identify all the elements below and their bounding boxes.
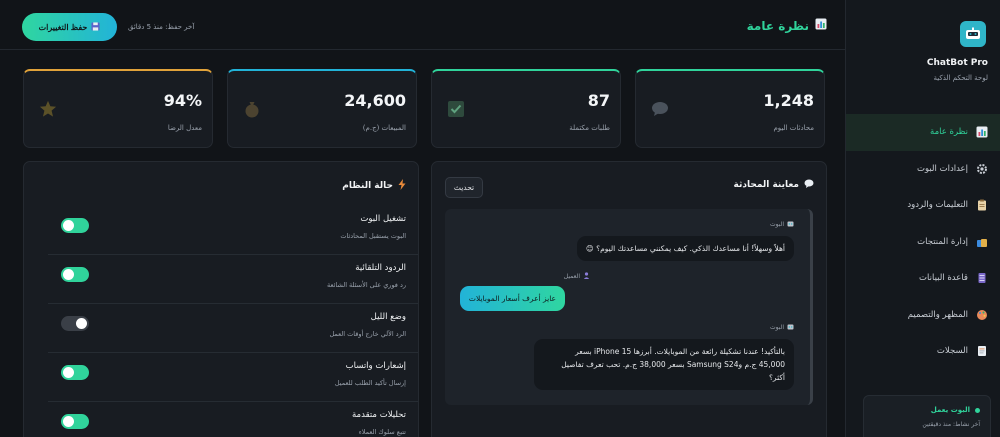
user-message-bubble: عايز أعرف أسعار الموبايلات (459, 286, 565, 311)
bot-status-label: البوت يعمل (930, 406, 970, 414)
toggle-row-night-mode: وضع الليل الرد الآلي خارج أوقات العمل (48, 304, 418, 353)
toggle-row-whatsapp: إشعارات واتساب إرسال تأكيد الطلب للعميل (48, 353, 418, 402)
sidebar: ChatBot Pro لوحة التحكم الذكية نظرة عامة… (845, 0, 1000, 437)
stat-label: محادثات اليوم (773, 124, 814, 132)
toggle-description: إرسال تأكيد الطلب للعميل (334, 379, 406, 387)
message-sender: البوت (770, 220, 794, 229)
toggle-description: الرد الآلي خارج أوقات العمل (329, 330, 406, 338)
stat-card-conversations: 1,248 محادثات اليوم (635, 69, 825, 148)
toggle-title: تحليلات متقدمة (352, 410, 406, 420)
sidebar-item-logs[interactable]: السجلات (846, 333, 1000, 370)
speech-bubble-icon (804, 179, 814, 191)
save-changes-button[interactable]: حفظ التغييرات (22, 13, 117, 41)
money-bag-icon (242, 99, 262, 119)
bot-enabled-toggle[interactable] (61, 218, 89, 233)
toggle-knob (63, 416, 74, 427)
message-line: أكثر؟ (768, 373, 785, 382)
sidebar-item-label: السجلات (936, 346, 968, 357)
message-sender: العميل (564, 272, 590, 281)
toggle-title: الردود التلقائية (355, 263, 406, 273)
checkbox-icon (446, 99, 466, 119)
robot-logo-icon (960, 21, 986, 47)
toggle-title: تشغيل البوت (360, 214, 406, 224)
panel-title: معاينة المحادثة (734, 179, 815, 191)
sidebar-item-label: قاعدة البيانات (919, 273, 968, 284)
stat-label: معدل الرضا (167, 124, 202, 132)
database-icon (976, 272, 988, 284)
save-button-label: حفظ التغييرات (38, 22, 88, 32)
stat-card-satisfaction: 94% معدل الرضا (23, 69, 213, 148)
stat-value: 94% (163, 91, 202, 110)
palette-icon (976, 309, 988, 321)
toggle-knob (63, 269, 74, 280)
sidebar-item-label: إعدادات البوت (916, 163, 968, 174)
refresh-button[interactable]: تحديث (445, 177, 483, 198)
gear-icon (976, 163, 988, 175)
sidebar-item-bot-settings[interactable]: إعدادات البوت (846, 151, 1000, 188)
sidebar-item-overview[interactable]: نظرة عامة (846, 114, 1000, 151)
robot-icon (787, 220, 794, 229)
brand-name: ChatBot Pro (926, 58, 988, 68)
toggle-title: وضع الليل (370, 312, 406, 322)
toggle-description: تتبع سلوك العملاء (358, 428, 406, 436)
bot-message-bubble: بالتأكيد! عندنا تشكيلة رائعة من الموبايل… (534, 339, 794, 390)
page-title: نظرة عامة (747, 18, 827, 33)
lightning-icon (398, 179, 406, 193)
brand-subtitle: لوحة التحكم الذكية (933, 74, 988, 82)
toggle-row-bot-enabled: تشغيل البوت البوت يستقبل المحادثات (48, 206, 418, 255)
clipboard-icon (976, 199, 988, 211)
toggle-description: رد فوري على الأسئلة الشائعة (327, 281, 406, 289)
stat-label: طلبات مكتملة (569, 124, 610, 132)
sidebar-nav: نظرة عامة إعدادات البوت التعليمات والردو… (846, 114, 1000, 370)
panel-title: حالة النظام (342, 179, 406, 193)
system-status-panel: حالة النظام تشغيل البوت البوت يستقبل الم… (23, 161, 419, 437)
star-icon (38, 99, 58, 119)
message-line: بالتأكيد! عندنا تشكيلة رائعة من الموبايل… (575, 347, 785, 356)
stat-card-sales: 24,600 المبيعات (ج.م) (227, 69, 417, 148)
person-icon (583, 272, 590, 281)
toggle-knob (63, 367, 74, 378)
toggle-description: البوت يستقبل المحادثات (340, 232, 406, 240)
stat-value: 24,600 (344, 91, 406, 110)
sidebar-item-label: نظرة عامة (930, 127, 968, 138)
sidebar-item-database[interactable]: قاعدة البيانات (846, 260, 1000, 297)
bot-last-active: آخر نشاط: منذ دقيقتين (922, 421, 980, 428)
robot-icon (787, 323, 794, 332)
chat-preview-panel: معاينة المحادثة تحديث البوت أهلاً وسهلاً… (431, 161, 827, 437)
chat-messages-area: البوت أهلاً وسهلاً! أنا مساعدك الذكي. كي… (445, 209, 813, 405)
sidebar-item-label: إدارة المنتجات (917, 236, 968, 247)
document-icon (976, 345, 988, 357)
toggle-row-auto-replies: الردود التلقائية رد فوري على الأسئلة الش… (48, 255, 418, 304)
bot-status-card: البوت يعمل آخر نشاط: منذ دقيقتين (863, 395, 991, 437)
sidebar-item-products[interactable]: إدارة المنتجات (846, 224, 1000, 261)
advanced-analytics-toggle[interactable] (61, 414, 89, 429)
top-header: نظرة عامة حفظ التغييرات آخر حفظ: منذ 5 د… (0, 0, 845, 50)
status-dot-icon (975, 407, 980, 413)
night-mode-toggle[interactable] (61, 316, 89, 331)
sidebar-item-label: المظهر والتصميم (907, 309, 968, 320)
stat-label: المبيعات (ج.م) (362, 124, 406, 132)
sidebar-item-label: التعليمات والردود (907, 200, 968, 211)
bar-chart-icon (976, 126, 988, 138)
last-saved-text: آخر حفظ: منذ 5 دقائق (128, 23, 195, 31)
stat-card-orders: 87 طلبات مكتملة (431, 69, 621, 148)
sidebar-item-instructions[interactable]: التعليمات والردود (846, 187, 1000, 224)
toggle-knob (63, 220, 74, 231)
toggle-title: إشعارات واتساب (345, 361, 406, 371)
toggle-row-analytics: تحليلات متقدمة تتبع سلوك العملاء (48, 402, 418, 437)
sidebar-item-appearance[interactable]: المظهر والتصميم (846, 297, 1000, 334)
stat-value: 87 (587, 91, 610, 110)
whatsapp-notifications-toggle[interactable] (61, 365, 89, 380)
message-sender: البوت (770, 323, 794, 332)
speech-bubble-icon (650, 99, 670, 119)
bot-message-bubble: أهلاً وسهلاً! أنا مساعدك الذكي. كيف يمكن… (576, 236, 794, 261)
message-line: 45,000 ج.م وSamsung S24 بسعر 38,000 ج.م.… (561, 360, 785, 369)
bar-chart-icon (815, 18, 827, 33)
floppy-disk-icon (91, 21, 100, 33)
stat-value: 1,248 (763, 91, 814, 110)
auto-replies-toggle[interactable] (61, 267, 89, 282)
toggle-knob (76, 318, 87, 329)
shopping-bags-icon (976, 236, 988, 248)
